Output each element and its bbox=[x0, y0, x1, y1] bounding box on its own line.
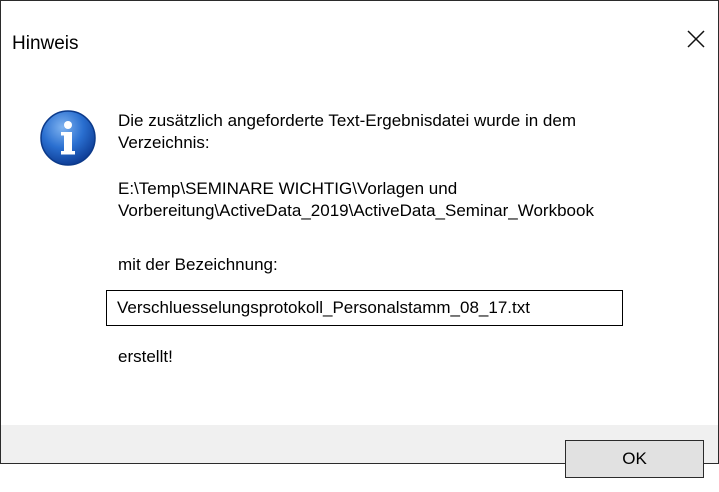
message-dialog: Hinweis Die zusätzlich angeforderte Text… bbox=[0, 0, 719, 464]
close-icon[interactable] bbox=[682, 25, 710, 53]
created-text: erstellt! bbox=[118, 347, 173, 366]
message-line-1: Die zusätzlich angeforderte Text-Ergebni… bbox=[118, 111, 576, 130]
title-bar: Hinweis bbox=[1, 1, 718, 69]
name-label: mit der Bezeichnung: bbox=[118, 255, 278, 274]
info-icon bbox=[39, 109, 97, 167]
ok-button[interactable]: OK bbox=[565, 440, 704, 478]
message-line-2: Verzeichnis: bbox=[118, 133, 210, 152]
window-title: Hinweis bbox=[12, 33, 79, 54]
directory-path-line-1: E:\Temp\SEMINARE WICHTIG\Vorlagen und bbox=[118, 179, 458, 198]
filename-field: Verschluesselungsprotokoll_Personalstamm… bbox=[106, 290, 623, 326]
directory-path-line-2: Vorbereitung\ActiveData_2019\ActiveData_… bbox=[118, 201, 594, 220]
